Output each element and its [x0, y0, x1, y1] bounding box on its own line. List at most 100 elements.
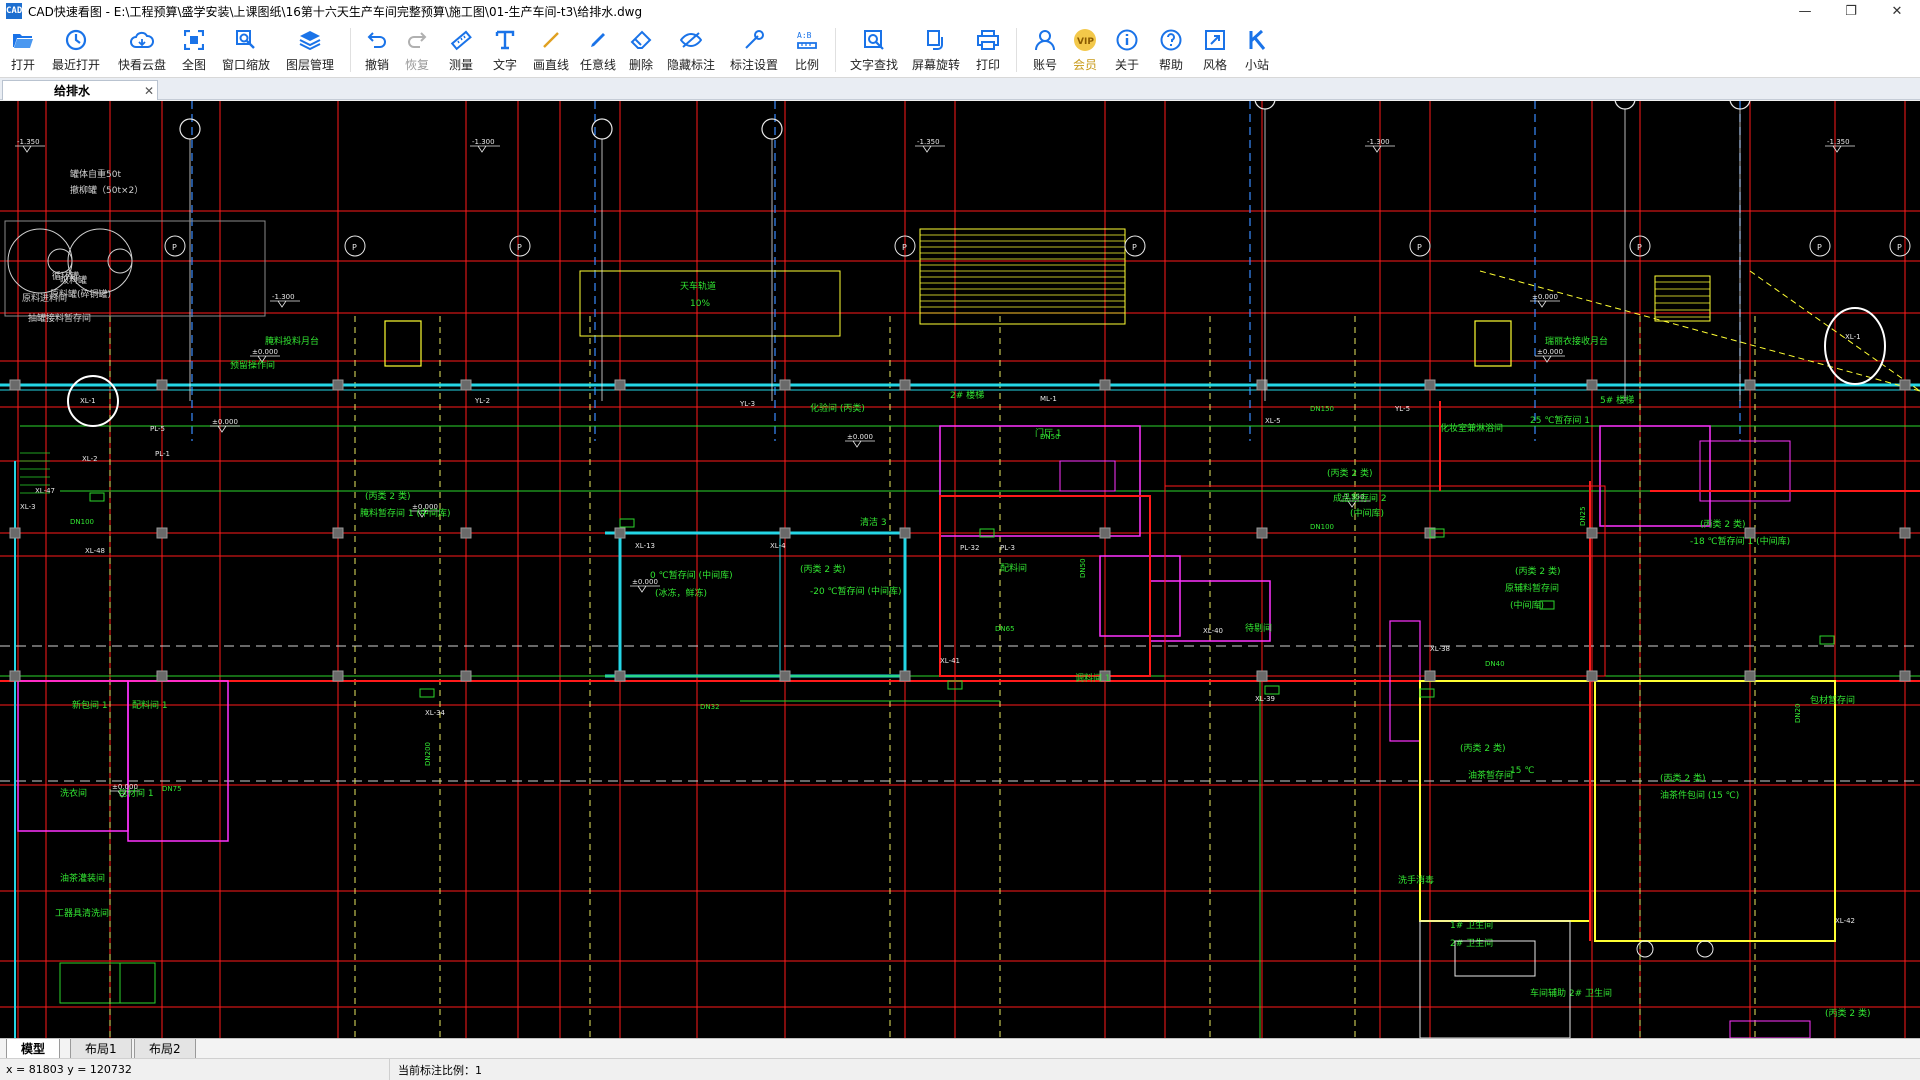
room-label: (丙类 2 类): [1825, 1007, 1870, 1019]
room-outline: [1419, 680, 1591, 922]
tool-cloud-button[interactable]: 快看云盘: [110, 22, 174, 78]
drawing-canvas[interactable]: P P P P P P P P P -1.350 -1.300 -1.350 -1.300 -1.350 -…: [0, 101, 1920, 1038]
room-label: 调料间 1: [1075, 672, 1111, 684]
layout-tab-2[interactable]: 布局2: [134, 1039, 196, 1058]
room-label: -20 ℃暂存间 (中间库): [810, 585, 902, 597]
room-label: 油茶件包间 (15 ℃): [1660, 789, 1739, 801]
pipe-tag: PL-32: [960, 544, 979, 552]
room-label: 油茶暂存间: [1468, 769, 1513, 781]
tool-help-button[interactable]: 帮助: [1149, 22, 1193, 78]
column: [1586, 379, 1598, 391]
rotate-screen-icon: [924, 28, 948, 52]
room-label: 5# 楼梯: [1600, 394, 1634, 406]
cad-drawing[interactable]: P P P P P P P P P -1.350 -1.300 -1.350 -1.300 -1.350 -…: [0, 101, 1920, 1038]
toolbar-divider: [350, 28, 351, 72]
room-label: (丙类 2 类): [1660, 772, 1705, 784]
tool-text-button[interactable]: 文字: [483, 22, 527, 78]
tool-redo-button[interactable]: 恢复: [395, 22, 439, 78]
room-label: 新包间 1: [72, 699, 108, 711]
pipe-tag: DN100: [70, 518, 94, 526]
column: [779, 670, 791, 682]
axis-bubble-label: P: [902, 243, 907, 252]
tool-measure-button[interactable]: 测量: [439, 22, 483, 78]
tool-delete-button[interactable]: 删除: [621, 22, 661, 78]
level-triangle: [852, 440, 862, 448]
opening: [1474, 320, 1512, 367]
tool-fullview-button[interactable]: 全图: [174, 22, 214, 78]
room-label: 天车轨道: [680, 280, 716, 292]
pipe-tag: XL-42: [1835, 917, 1855, 925]
maximize-button[interactable]: ❐: [1828, 0, 1874, 22]
layout-tab-1[interactable]: 布局1: [70, 1039, 132, 1058]
tool-scale-button[interactable]: A:B 比例: [787, 22, 827, 78]
tool-rotate-button[interactable]: 屏幕旋转: [904, 22, 968, 78]
level-triangle: [22, 145, 32, 153]
column: [460, 670, 472, 682]
axis-bubble-label: P: [1417, 243, 1422, 252]
pipe-tag: XL-5: [1265, 417, 1281, 425]
tool-open-button[interactable]: 打开: [4, 22, 42, 78]
column: [1744, 670, 1756, 682]
room-label: 2# 楼梯: [950, 389, 984, 401]
column: [1586, 670, 1598, 682]
pipe-tag: DN20: [1794, 703, 1802, 723]
tool-layers-button[interactable]: 图层管理: [278, 22, 342, 78]
valve-symbol: [89, 492, 105, 502]
level-text: -1.300: [472, 138, 495, 146]
column: [1899, 670, 1911, 682]
window-title: CAD快速看图 - E:\工程预算\盛学安装\上课图纸\16第十六天生产车间完整…: [28, 4, 643, 19]
room-label: 吸料罐: [60, 274, 87, 286]
tool-account-button[interactable]: 账号: [1025, 22, 1065, 78]
tool-vip-button[interactable]: VIP 会员: [1065, 22, 1105, 78]
k-station-icon: [1245, 28, 1269, 52]
tool-print-button[interactable]: 打印: [968, 22, 1008, 78]
room-label: (丙类 2 类): [1460, 742, 1505, 754]
column: [1744, 379, 1756, 391]
main-toolbar: 打开 最近打开 快看云盘 全图 窗口缩放 图层管理 撤销 恢复 测量 文字 画直…: [0, 22, 1920, 78]
eye-hide-icon: [679, 28, 703, 52]
tool-about-button[interactable]: 关于: [1105, 22, 1149, 78]
tool-recent-button[interactable]: 最近打开: [42, 22, 110, 78]
close-button[interactable]: ✕: [1874, 0, 1920, 22]
title-bar: CAD CAD快速看图 - E:\工程预算\盛学安装\上课图纸\16第十六天生产…: [0, 0, 1920, 22]
close-tab-icon[interactable]: ✕: [141, 84, 157, 98]
tool-style-button[interactable]: 风格: [1193, 22, 1237, 78]
tool-text-search-button[interactable]: 文字查找: [844, 22, 904, 78]
room-label: (冰冻，鲜冻): [655, 587, 707, 599]
room-outline: [1599, 425, 1711, 527]
minimize-button[interactable]: —: [1782, 0, 1828, 22]
tool-station-button[interactable]: 小站: [1237, 22, 1277, 78]
room-label: 配料间 1: [132, 699, 168, 711]
level-triangle: [217, 425, 227, 433]
tool-line-button[interactable]: 画直线: [527, 22, 575, 78]
axis-bubble-label: P: [1637, 243, 1642, 252]
stair-outline: [1654, 275, 1711, 322]
room-label: 10%: [690, 299, 710, 309]
tool-undo-button[interactable]: 撤销: [359, 22, 395, 78]
pipe-tag: XL-4: [770, 542, 786, 550]
hand-drawn-circle: [1824, 307, 1886, 385]
level-text: -1.300: [272, 293, 295, 301]
level-triangle: [1832, 145, 1842, 153]
document-tab[interactable]: 给排水 ✕: [2, 80, 158, 100]
room-label: -18 ℃暂存间 1 (中间库): [1690, 535, 1790, 547]
room-label: 25 ℃暂存间 1: [1530, 414, 1590, 426]
room-label: (中间库): [1350, 507, 1384, 519]
pipe-tag: XL-48: [85, 547, 105, 555]
document-tab-bar: 给排水 ✕: [0, 78, 1920, 100]
pipe-tag: DN200: [424, 742, 432, 766]
axis-bubble: [1696, 940, 1714, 958]
room-label: 包材间 1: [118, 787, 154, 799]
column: [779, 527, 791, 539]
pipe-tag: XL-41: [940, 657, 960, 665]
room-label: (丙类 2 类): [800, 563, 845, 575]
tool-freehand-button[interactable]: 任意线: [575, 22, 621, 78]
ruler-icon: [449, 28, 473, 52]
tool-window-zoom-button[interactable]: 窗口缩放: [214, 22, 278, 78]
room-label: 瑞丽衣接收月台: [1545, 335, 1608, 347]
column: [9, 527, 21, 539]
tool-hide-annotation-button[interactable]: 隐藏标注: [661, 22, 721, 78]
level-text: -1.350: [17, 138, 40, 146]
layout-tab-model[interactable]: 模型: [6, 1039, 61, 1058]
tool-annotation-settings-button[interactable]: 标注设置: [721, 22, 787, 78]
